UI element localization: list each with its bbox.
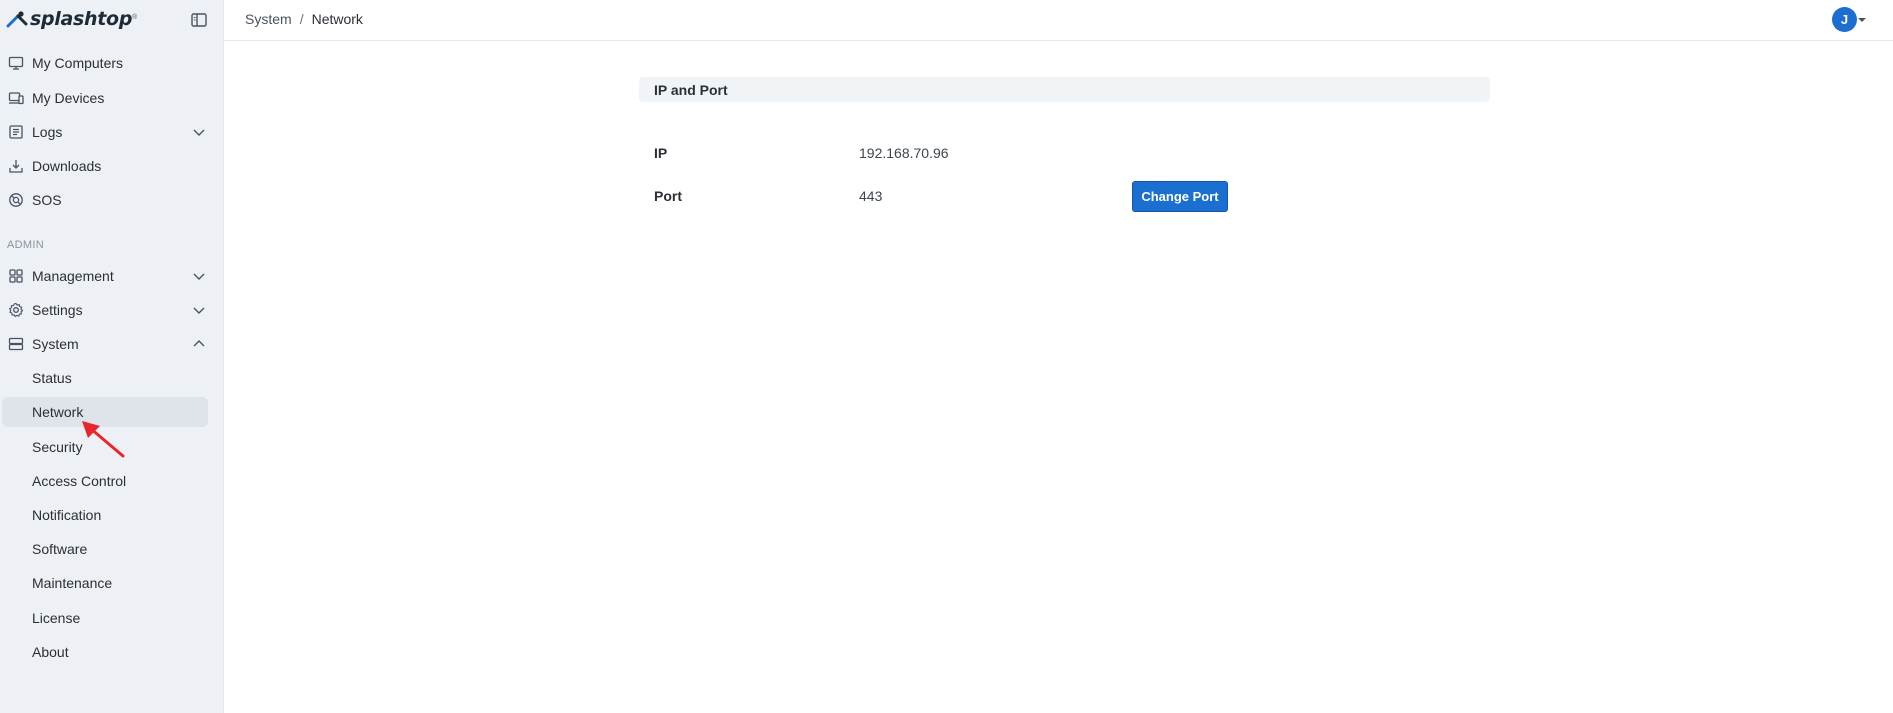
section-title: IP and Port [654, 82, 728, 98]
ip-value: 192.168.70.96 [859, 145, 949, 161]
sidebar-item-label: Management [32, 268, 114, 284]
sos-icon [9, 193, 23, 207]
top-bar: System / Network J [224, 0, 1893, 41]
sidebar-item-management[interactable]: Management [2, 261, 208, 291]
sidebar-item-maintenance[interactable]: Maintenance [2, 568, 208, 598]
brand-registered: ® [132, 13, 138, 21]
sidebar-item-downloads[interactable]: Downloads [2, 151, 208, 181]
sidebar-item-license[interactable]: License [2, 603, 208, 633]
sidebar-item-label: System [32, 336, 79, 352]
splashtop-logo-icon [6, 11, 28, 28]
chevron-down-icon[interactable] [192, 269, 206, 283]
logs-icon [9, 125, 23, 139]
sidebar-item-security[interactable]: Security [2, 432, 208, 462]
breadcrumb-separator: / [299, 11, 304, 27]
admin-section-label: ADMIN [7, 239, 44, 251]
caret-down-icon[interactable] [1858, 17, 1866, 23]
monitor-icon [8, 56, 24, 70]
sidebar-collapse-icon[interactable] [190, 11, 208, 29]
grid-icon [9, 269, 23, 283]
sidebar-item-settings[interactable]: Settings [2, 295, 208, 325]
sidebar-item-network[interactable]: Network [2, 397, 208, 427]
sidebar-item-label: Access Control [32, 473, 127, 489]
sidebar-item-label: Security [32, 439, 83, 455]
breadcrumb: System / Network [245, 11, 363, 27]
sidebar-item-label: Maintenance [32, 575, 113, 591]
sidebar-item-my-computers[interactable]: My Computers [2, 48, 208, 78]
sidebar-item-label: About [32, 644, 69, 660]
ip-label: IP [654, 145, 668, 161]
sidebar-item-label: Software [32, 541, 88, 557]
chevron-down-icon[interactable] [192, 125, 206, 139]
sidebar: splashtop ® My Computers My Devices Logs… [0, 0, 224, 713]
sidebar-item-label: Downloads [32, 158, 102, 174]
sidebar-item-label: My Devices [32, 90, 105, 106]
sidebar-item-label: License [32, 610, 81, 626]
breadcrumb-current: Network [311, 11, 363, 27]
breadcrumb-system[interactable]: System [245, 11, 292, 27]
sidebar-item-logs[interactable]: Logs [2, 117, 208, 147]
server-icon [8, 337, 24, 351]
sidebar-item-label: My Computers [32, 55, 124, 71]
ip-port-section-header: IP and Port [639, 77, 1490, 102]
user-avatar[interactable]: J [1832, 7, 1857, 32]
chevron-up-icon[interactable] [192, 337, 206, 351]
brand-name: splashtop [30, 8, 133, 30]
sidebar-item-about[interactable]: About [2, 637, 208, 667]
port-label: Port [654, 188, 682, 204]
sidebar-item-label: Logs [32, 124, 63, 140]
sidebar-item-label: SOS [32, 192, 62, 208]
sidebar-item-label: Status [32, 370, 72, 386]
sidebar-item-software[interactable]: Software [2, 534, 208, 564]
gear-icon [8, 302, 24, 318]
logo-row: splashtop ® [0, 0, 224, 40]
sidebar-item-system[interactable]: System [2, 329, 208, 359]
port-value: 443 [859, 188, 883, 204]
download-icon [9, 160, 23, 173]
sidebar-item-status[interactable]: Status [2, 363, 208, 393]
sidebar-item-label: Settings [32, 302, 83, 318]
devices-icon [8, 92, 24, 105]
sidebar-item-notification[interactable]: Notification [2, 500, 208, 530]
sidebar-item-label: Network [32, 404, 84, 420]
sidebar-item-sos[interactable]: SOS [2, 185, 208, 215]
change-port-button[interactable]: Change Port [1132, 181, 1228, 212]
sidebar-item-my-devices[interactable]: My Devices [2, 83, 208, 113]
splashtop-logo[interactable]: splashtop ® [6, 8, 137, 30]
sidebar-item-access-control[interactable]: Access Control [2, 466, 208, 496]
chevron-down-icon[interactable] [192, 303, 206, 317]
sidebar-item-label: Notification [32, 507, 102, 523]
